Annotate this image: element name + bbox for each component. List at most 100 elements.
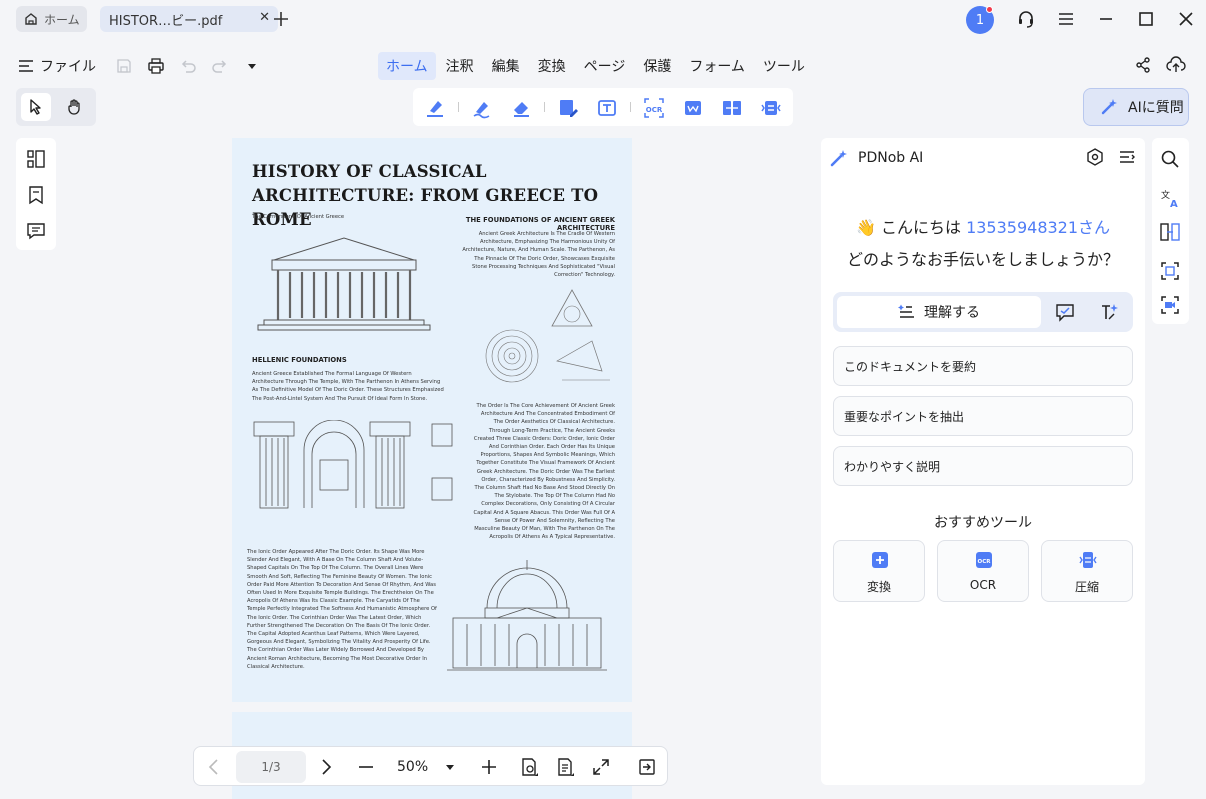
section4-text: The Ionic Order Appeared After The Doric…: [247, 549, 437, 670]
fit-page-button[interactable]: [636, 756, 658, 778]
translate-button[interactable]: 文A: [1160, 188, 1180, 210]
compress-icon: [761, 101, 781, 115]
minimize-button[interactable]: [1095, 8, 1117, 30]
thumbnails-button[interactable]: [26, 149, 46, 169]
maximize-button[interactable]: [1135, 8, 1157, 30]
ai-history-button[interactable]: [1118, 148, 1136, 166]
prompt-summarize[interactable]: このドキュメントを要約: [833, 346, 1133, 386]
quick-access-dropdown[interactable]: [242, 56, 262, 76]
undo-button[interactable]: [178, 56, 198, 76]
redo-button[interactable]: [210, 56, 230, 76]
view-mode-button[interactable]: [518, 756, 540, 778]
bookmarks-button[interactable]: [26, 185, 46, 205]
page-number-input[interactable]: 1/3: [236, 751, 306, 783]
zoom-dropdown[interactable]: 50%: [397, 756, 455, 778]
bookmark-icon: [29, 186, 43, 205]
screen-record-button[interactable]: [1160, 295, 1180, 315]
tab-annotate[interactable]: 注釈: [438, 52, 482, 80]
fullscreen-button[interactable]: [590, 756, 612, 778]
menu-button[interactable]: [1055, 8, 1077, 30]
cloud-upload-button[interactable]: [1166, 56, 1186, 76]
tab-convert[interactable]: 変換: [530, 52, 574, 80]
file-menu[interactable]: ファイル: [18, 54, 96, 78]
comment-icon: [27, 223, 45, 240]
page-layout-button[interactable]: [554, 756, 576, 778]
notification-badge[interactable]: 1: [966, 6, 994, 34]
ai-settings-button[interactable]: [1086, 148, 1104, 166]
compress-tool[interactable]: [760, 97, 782, 119]
page-view-icon: [522, 758, 538, 776]
prompt-explain[interactable]: わかりやすく説明: [833, 446, 1133, 486]
collapse-list-icon: [1120, 151, 1135, 163]
close-window-button[interactable]: [1175, 8, 1197, 30]
parthenon-illustration: [257, 237, 431, 331]
hand-tool-button[interactable]: [60, 93, 90, 121]
prev-page-button[interactable]: [203, 756, 225, 778]
tool-card-ocr[interactable]: OCR OCR: [937, 540, 1029, 602]
caret-down-icon: [248, 64, 256, 69]
text-box-tool[interactable]: [596, 97, 618, 119]
ask-ai-button[interactable]: AIに質問: [1083, 88, 1189, 126]
tab-tools[interactable]: ツール: [755, 52, 813, 80]
right-tool-rail: 文A: [1152, 138, 1189, 324]
zoom-value: 50%: [397, 759, 429, 775]
share-button[interactable]: [1134, 56, 1154, 76]
mode-understand-label: 理解する: [924, 305, 980, 321]
ocr-scan-button[interactable]: [1160, 261, 1180, 281]
ocr-tool[interactable]: OCR: [643, 97, 665, 119]
separator: [544, 102, 545, 112]
undo-icon: [181, 60, 196, 73]
headset-icon: [1019, 11, 1033, 28]
watermark-tool[interactable]: [682, 97, 704, 119]
tool-card-ocr-label: OCR: [969, 578, 997, 592]
minus-icon: [359, 766, 373, 768]
tab-home[interactable]: ホーム: [16, 6, 87, 32]
support-button[interactable]: [1015, 8, 1037, 30]
notification-count: 1: [975, 12, 985, 28]
tab-document[interactable]: HISTOR…ビー.pdf ✕: [100, 6, 278, 32]
zoom-in-button[interactable]: [478, 756, 500, 778]
tab-edit[interactable]: 編集: [484, 52, 528, 80]
prompt-key-points[interactable]: 重要なポイントを抽出: [833, 396, 1133, 436]
tool-card-convert[interactable]: 変換: [833, 540, 925, 602]
next-page-button[interactable]: [315, 756, 337, 778]
save-button[interactable]: [114, 56, 134, 76]
fit-width-icon: [639, 759, 655, 775]
print-button[interactable]: [146, 56, 166, 76]
ai-panel-title: PDNob AI: [858, 150, 924, 166]
text-sparkle-icon: [1102, 304, 1118, 320]
cloud-upload-icon: [1166, 56, 1186, 72]
select-tool-button[interactable]: [21, 93, 51, 121]
printer-icon: [148, 58, 164, 74]
eraser-tool[interactable]: [510, 97, 532, 119]
wave-emoji-icon: 👋: [855, 218, 876, 237]
record-icon: [1161, 296, 1179, 314]
tab-home-menu[interactable]: ホーム: [378, 52, 436, 80]
tool-card-compress[interactable]: 圧縮: [1041, 540, 1133, 602]
tab-page[interactable]: ページ: [576, 52, 634, 80]
search-button[interactable]: [1160, 149, 1180, 169]
greeting-prefix: こんにちは: [880, 218, 967, 237]
cursor-icon: [30, 99, 41, 115]
file-menu-label: ファイル: [40, 59, 96, 75]
svg-text:OCR: OCR: [978, 559, 992, 565]
comments-button[interactable]: [26, 221, 46, 241]
mode-chat-tab[interactable]: [1055, 302, 1075, 322]
compare-tool[interactable]: [721, 97, 743, 119]
zoom-out-button[interactable]: [355, 756, 377, 778]
maximize-icon: [1139, 12, 1153, 26]
separator: [630, 102, 631, 112]
new-tab-button[interactable]: [270, 8, 292, 30]
convert-icon: [872, 552, 888, 568]
tab-form[interactable]: フォーム: [681, 52, 753, 80]
close-tab-icon[interactable]: ✕: [259, 10, 270, 25]
edit-page-tool[interactable]: [557, 97, 579, 119]
recommended-tools-title: おすすめツール: [934, 515, 1032, 531]
signature-tool[interactable]: [471, 97, 493, 119]
left-sidebar: [16, 138, 56, 250]
mode-write-tab[interactable]: [1099, 302, 1119, 322]
highlight-tool[interactable]: [424, 97, 446, 119]
mode-understand-tab[interactable]: 理解する: [837, 296, 1041, 328]
tab-protect[interactable]: 保護: [635, 52, 679, 80]
compare-docs-button[interactable]: [1160, 222, 1180, 242]
